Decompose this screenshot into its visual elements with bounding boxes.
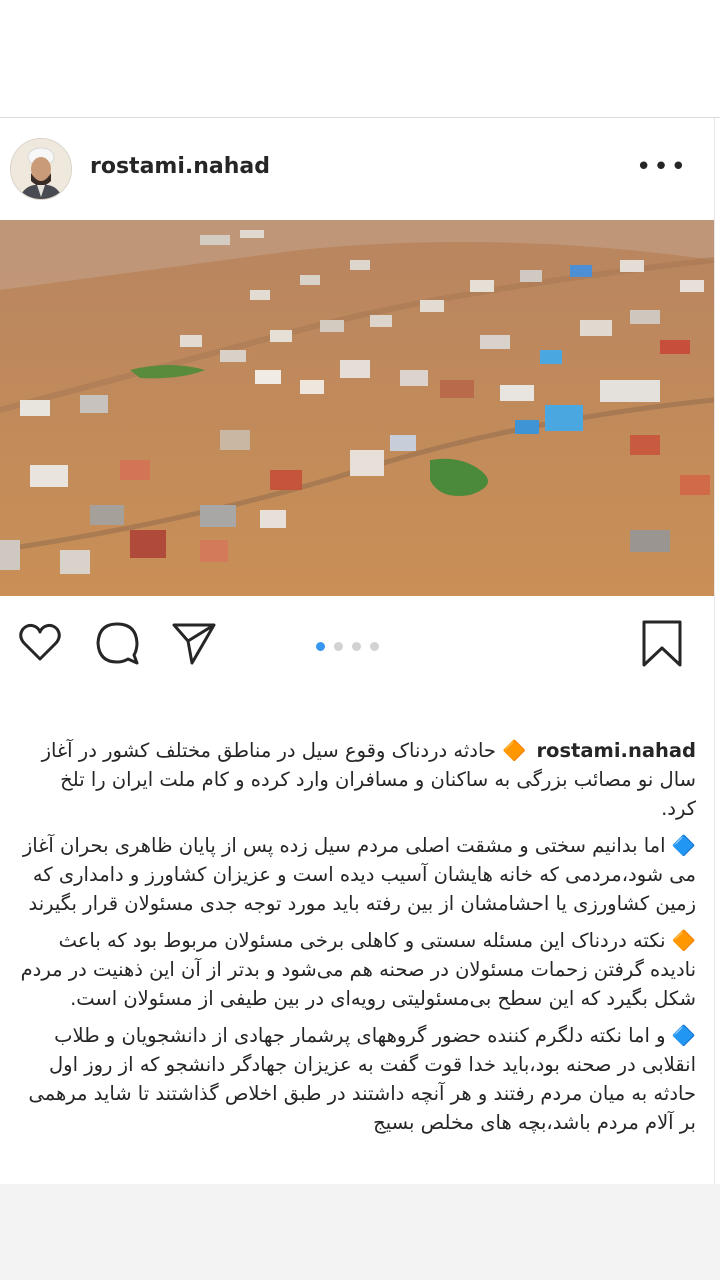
carousel-indicator (316, 636, 388, 651)
carousel-dot (352, 642, 361, 651)
post-caption: rostami.nahad🔶 حادثه دردناک وقوع سیل در … (20, 736, 696, 1145)
caption-paragraph-2: 🔷 اما بدانیم سختی و مشقت اصلی مردم سیل ز… (22, 834, 696, 915)
carousel-dot (334, 642, 343, 651)
carousel-dot-active (316, 642, 325, 651)
save-button[interactable] (638, 619, 686, 667)
bottom-blank-area (0, 1184, 720, 1280)
caption-paragraph-1: rostami.nahad🔶 حادثه دردناک وقوع سیل در … (20, 736, 696, 823)
top-blank-area (0, 0, 720, 118)
comment-icon (96, 622, 139, 665)
more-horizontal-icon: ••• (635, 152, 688, 182)
carousel-dot (370, 642, 379, 651)
comment-button[interactable] (94, 619, 142, 667)
caption-paragraph-4: 🔷 و اما نکته دلگرم کننده حضور گروههای پر… (28, 1024, 696, 1134)
instagram-post: rostami.nahad ••• rostami.nahad🔶 حادثه د… (0, 118, 715, 1184)
post-header: rostami.nahad ••• (0, 118, 714, 220)
caption-username[interactable]: rostami.nahad (536, 739, 696, 762)
post-username[interactable]: rostami.nahad (90, 154, 270, 179)
post-actions-bar (0, 596, 714, 686)
heart-icon (19, 623, 61, 661)
like-button[interactable] (16, 619, 64, 667)
bookmark-icon (642, 620, 682, 667)
caption-paragraph-3: 🔶 نکته دردناک این مسئله سستی و کاهلی برخ… (20, 929, 696, 1010)
post-image[interactable] (0, 220, 714, 596)
share-icon (172, 623, 216, 665)
more-options-button[interactable]: ••• (636, 154, 688, 180)
avatar[interactable] (10, 138, 72, 200)
flood-photo (0, 220, 714, 596)
avatar-image (11, 139, 71, 199)
share-button[interactable] (170, 619, 218, 667)
